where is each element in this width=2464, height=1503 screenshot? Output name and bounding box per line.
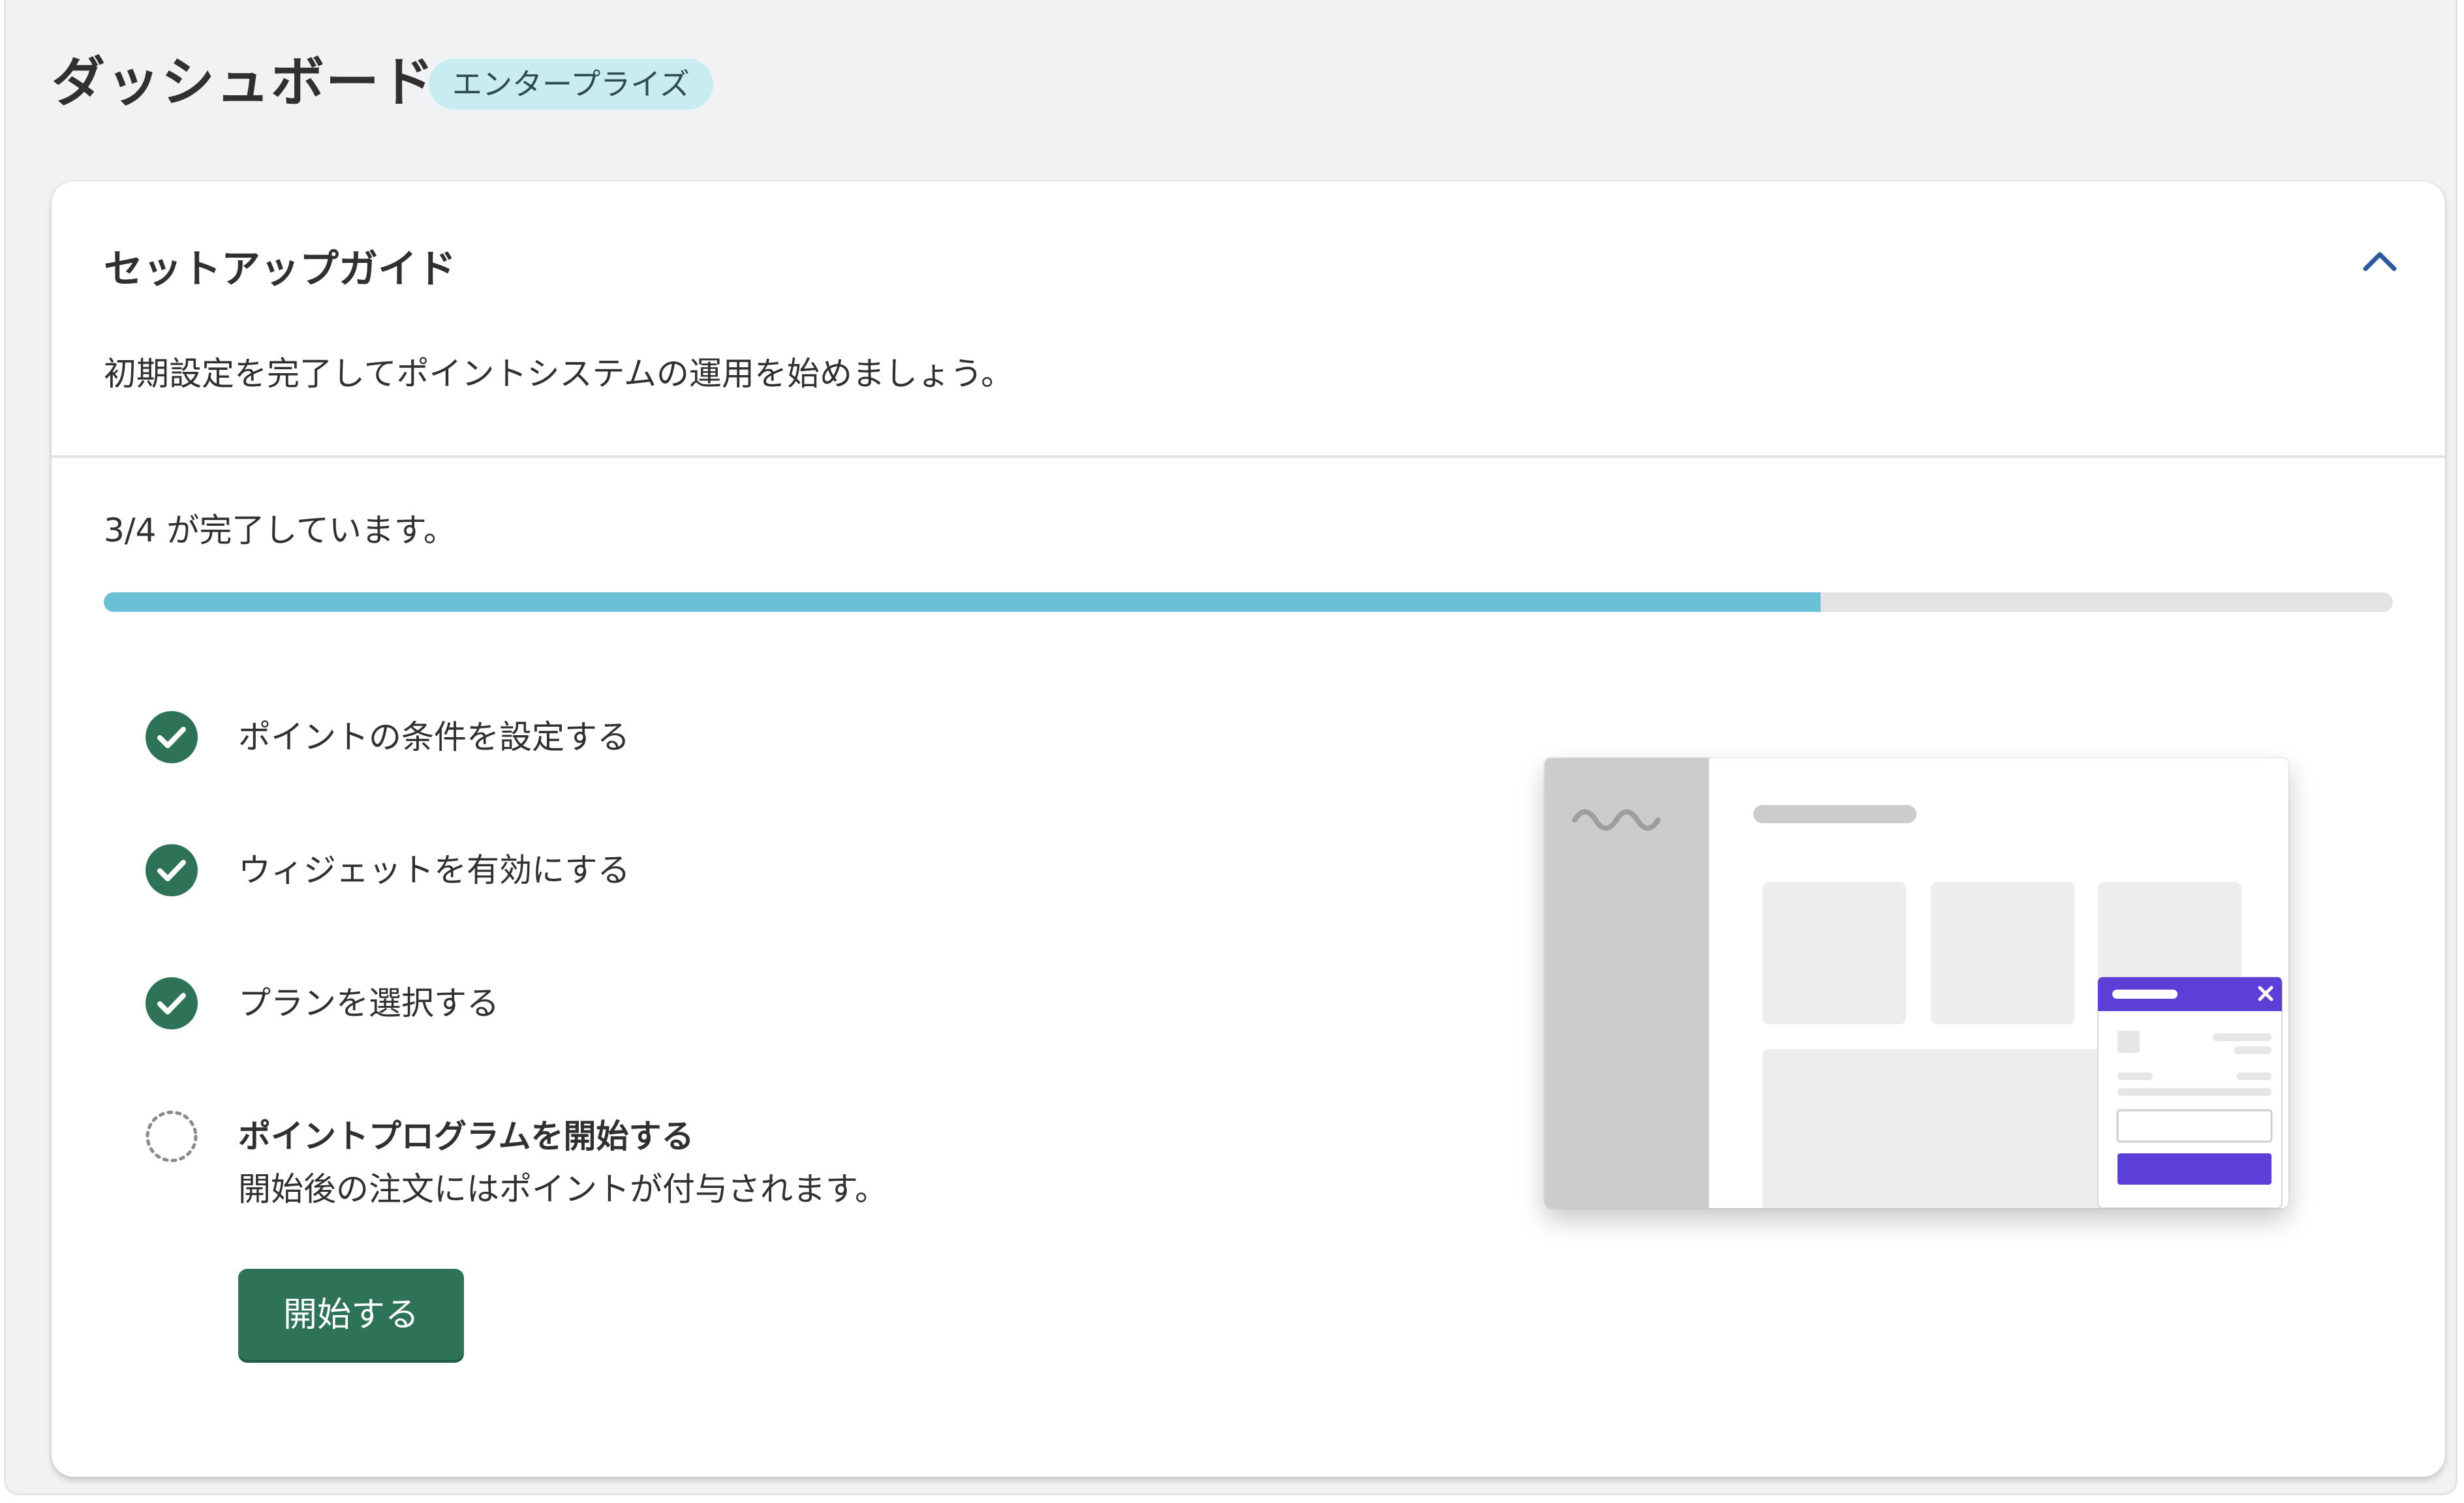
setup-guide-card: セットアップガイド 初期設定を完了してポイントシステムの運用を始めましょう。 3…	[52, 181, 2445, 1477]
app-frame: ダッシュボード エンタープライズ セットアップガイド 初期設定を完了してポイント…	[4, 0, 2457, 1495]
setup-guide-description: 初期設定を完了してポイントシステムの運用を始めましょう。	[104, 355, 1013, 393]
progress-bar-fill	[104, 592, 1821, 612]
task-label: ウィジェットを有効にする	[238, 851, 630, 889]
task-label: ポイントの条件を設定する	[238, 718, 630, 756]
check-circle-icon	[146, 711, 198, 763]
dashed-circle-icon	[146, 1110, 198, 1162]
plan-badge: エンタープライズ	[429, 59, 713, 110]
progress-label: 3/4 が完了しています。	[104, 511, 456, 549]
setup-guide-title: セットアップガイド	[104, 247, 456, 292]
task-item[interactable]: ポイントプログラムを開始する	[144, 1109, 694, 1164]
task-item[interactable]: ウィジェットを有効にする	[144, 843, 630, 898]
divider	[52, 455, 2445, 458]
task-item[interactable]: プランを選択する	[144, 976, 499, 1031]
task-description: 開始後の注文にはポイントが付与されます。	[238, 1170, 887, 1208]
check-circle-icon	[146, 977, 198, 1029]
chevron-up-icon	[2363, 252, 2397, 271]
task-label: プランを選択する	[238, 984, 499, 1022]
widget-preview-illustration	[1545, 758, 2283, 1208]
progress-bar	[104, 592, 2393, 612]
check-circle-icon	[146, 844, 198, 896]
page-title: ダッシュボード	[52, 52, 436, 114]
collapse-button[interactable]	[2354, 235, 2406, 287]
dashboard-illustration	[1545, 758, 2288, 1208]
start-button[interactable]: 開始する	[238, 1269, 464, 1360]
task-item[interactable]: ポイントの条件を設定する	[144, 710, 630, 765]
task-label: ポイントプログラムを開始する	[238, 1117, 694, 1155]
